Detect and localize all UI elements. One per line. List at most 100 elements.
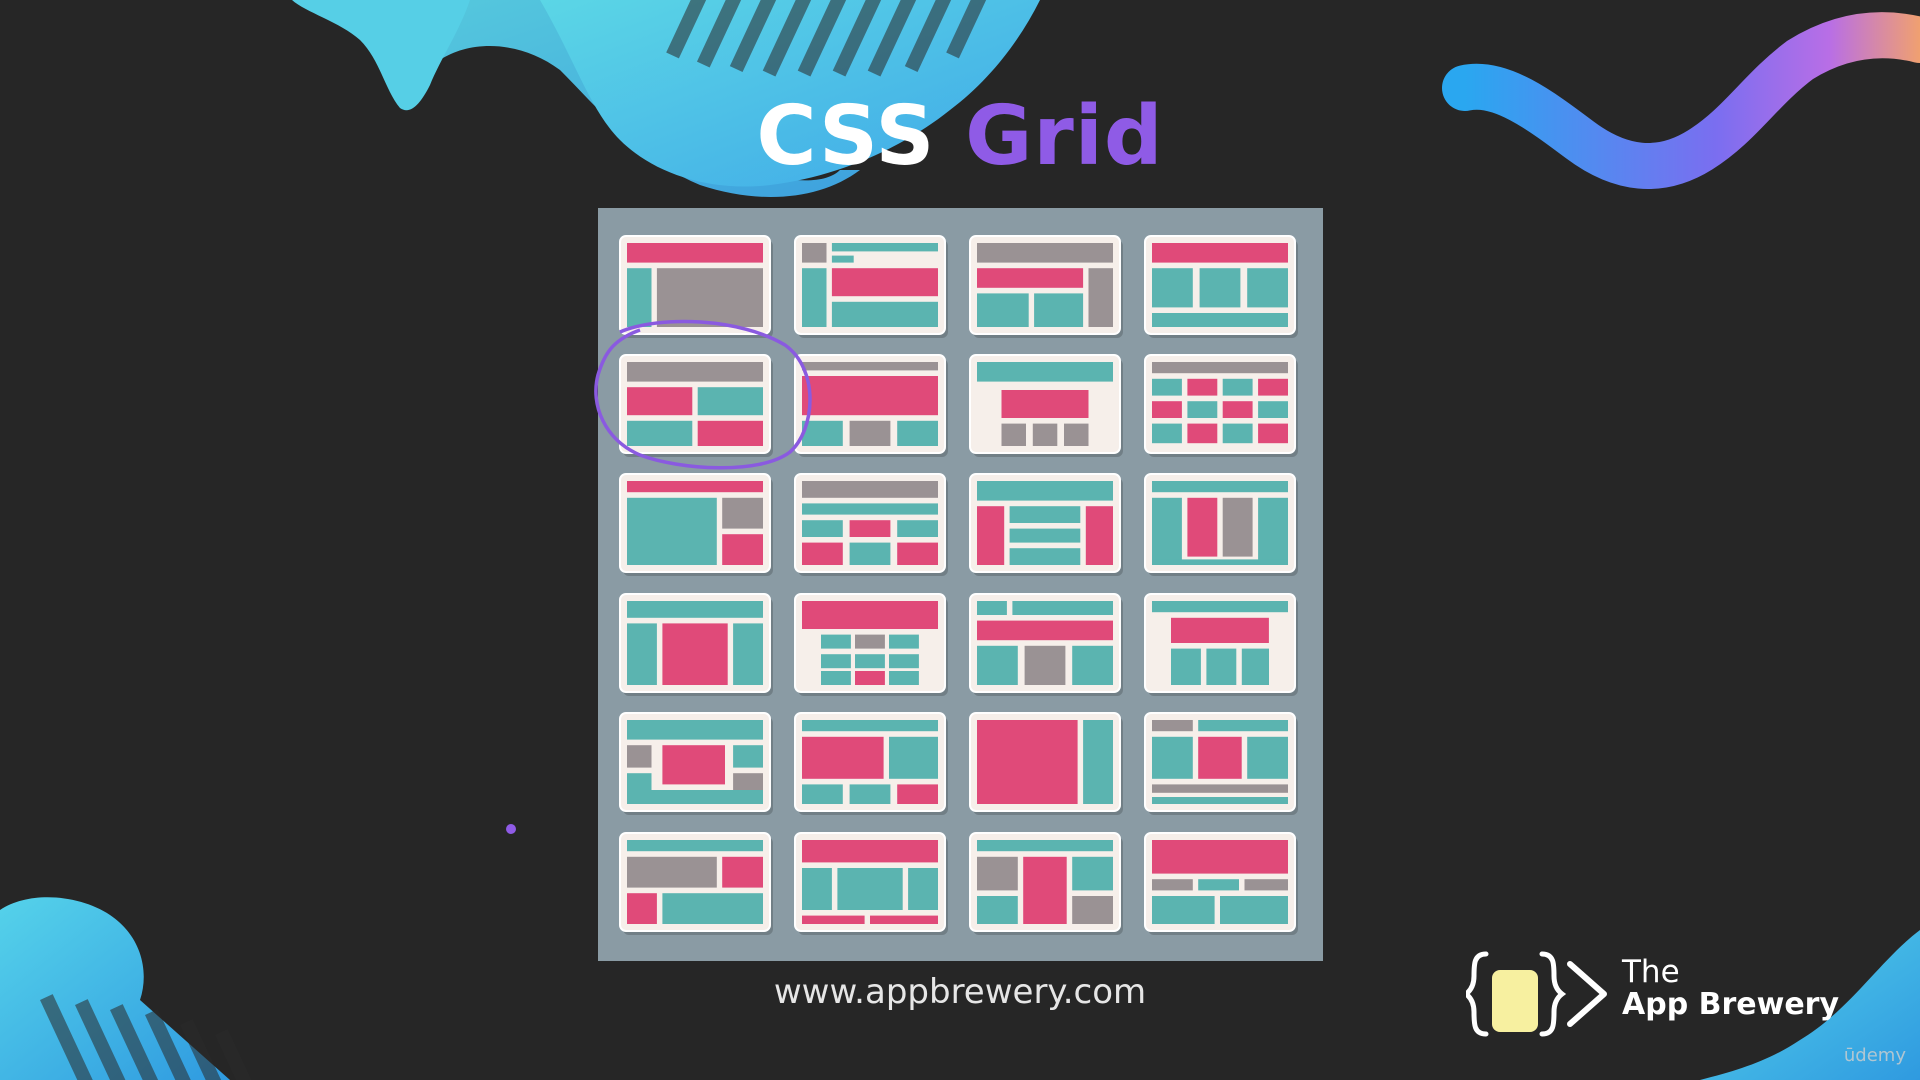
layout-thumbnail bbox=[794, 832, 948, 935]
layout-block bbox=[1009, 548, 1081, 565]
layout-thumbnail bbox=[1144, 354, 1298, 457]
layout-block bbox=[662, 745, 725, 785]
title-word-grid: Grid bbox=[965, 89, 1164, 184]
layout-block bbox=[1083, 720, 1113, 804]
layout-block bbox=[870, 915, 938, 924]
layout-block bbox=[627, 362, 763, 382]
layout-block bbox=[733, 623, 763, 685]
layout-block bbox=[831, 243, 938, 252]
layout-thumbnail bbox=[619, 712, 773, 815]
layout-thumbnail bbox=[1144, 712, 1298, 815]
layout-block bbox=[1152, 896, 1215, 924]
layout-block bbox=[627, 840, 763, 852]
layout-thumbnail bbox=[794, 593, 948, 696]
layout-block bbox=[1258, 423, 1288, 444]
layout-block bbox=[1220, 896, 1288, 924]
layout-thumbnail bbox=[969, 354, 1123, 457]
layout-block bbox=[802, 736, 884, 779]
title-word-css: CSS bbox=[756, 89, 936, 184]
layout-block bbox=[1001, 423, 1026, 446]
layout-block bbox=[802, 376, 938, 416]
layout-thumbnail bbox=[794, 712, 948, 815]
layout-thumbnail bbox=[969, 712, 1123, 815]
layout-block bbox=[821, 634, 851, 649]
layout-block bbox=[627, 623, 657, 685]
layout-block bbox=[1222, 497, 1253, 557]
layout-block bbox=[1023, 856, 1067, 924]
layout-block bbox=[802, 420, 843, 446]
layout-block bbox=[977, 506, 1005, 565]
layout-block bbox=[1032, 423, 1058, 446]
layout-block bbox=[831, 268, 938, 297]
layout-block bbox=[1152, 497, 1182, 565]
layout-block bbox=[1001, 390, 1089, 418]
layout-block bbox=[977, 268, 1084, 288]
layout-block bbox=[977, 362, 1113, 382]
layout-block bbox=[802, 520, 843, 537]
layout-block bbox=[855, 634, 885, 649]
layout-block bbox=[662, 893, 763, 924]
udemy-watermark: ūdemy bbox=[1843, 1045, 1906, 1066]
layout-block bbox=[627, 893, 657, 924]
layout-block bbox=[627, 497, 717, 565]
layout-block bbox=[1009, 506, 1081, 523]
layout-block bbox=[1152, 736, 1193, 779]
layout-block bbox=[1187, 497, 1218, 557]
layout-block bbox=[849, 542, 891, 565]
layout-block bbox=[831, 301, 938, 327]
layout-block bbox=[889, 654, 919, 669]
layout-block bbox=[627, 601, 763, 618]
layout-block bbox=[1247, 268, 1288, 308]
layout-block bbox=[733, 745, 763, 768]
layout-block bbox=[849, 520, 891, 537]
layout-block bbox=[1085, 506, 1113, 565]
layout-block bbox=[627, 481, 763, 493]
layout-thumbnail bbox=[794, 235, 948, 338]
chevron-right-icon bbox=[1567, 961, 1607, 1027]
layout-block bbox=[627, 790, 763, 804]
layout-block bbox=[1088, 268, 1113, 327]
layout-block bbox=[662, 623, 728, 685]
layout-block bbox=[855, 654, 885, 669]
layout-block bbox=[722, 534, 763, 565]
layout-block bbox=[1152, 423, 1182, 444]
layout-block bbox=[627, 243, 763, 263]
layout-block bbox=[802, 481, 938, 498]
layout-block bbox=[627, 420, 693, 446]
layout-block bbox=[802, 362, 938, 371]
layout-block bbox=[1198, 736, 1242, 779]
layout-block bbox=[1241, 648, 1269, 685]
layout-block bbox=[1258, 497, 1288, 565]
layout-block bbox=[837, 868, 903, 910]
slide-title: CSS Grid bbox=[0, 88, 1920, 186]
layout-block bbox=[802, 268, 827, 327]
layout-block bbox=[1152, 378, 1182, 396]
layout-thumbnail bbox=[1144, 832, 1298, 935]
layout-block bbox=[802, 542, 843, 565]
layout-thumbnail bbox=[1144, 473, 1298, 576]
layout-block bbox=[1152, 879, 1193, 891]
layout-thumbnails bbox=[619, 235, 1298, 935]
small-purple-dot bbox=[506, 824, 516, 834]
layout-block bbox=[1187, 378, 1218, 396]
layout-block bbox=[1206, 648, 1237, 685]
layout-block bbox=[1072, 896, 1113, 924]
layout-block bbox=[1152, 243, 1288, 263]
layout-block bbox=[722, 856, 763, 888]
brand-line-app-brewery: App Brewery bbox=[1622, 986, 1840, 1022]
layout-block bbox=[1152, 840, 1288, 874]
layout-block bbox=[1247, 736, 1288, 779]
layout-block bbox=[627, 856, 717, 888]
layout-block bbox=[1222, 401, 1253, 418]
layout-block bbox=[802, 784, 843, 804]
layout-block bbox=[627, 387, 693, 416]
layout-block bbox=[1258, 401, 1288, 418]
layout-block bbox=[802, 243, 827, 263]
layout-block bbox=[897, 784, 938, 804]
layout-block bbox=[977, 645, 1018, 685]
layout-thumbnail bbox=[969, 593, 1123, 696]
layout-block bbox=[802, 601, 938, 629]
layout-block bbox=[849, 420, 891, 446]
layout-block bbox=[889, 671, 919, 685]
layout-thumbnail bbox=[1144, 235, 1298, 338]
